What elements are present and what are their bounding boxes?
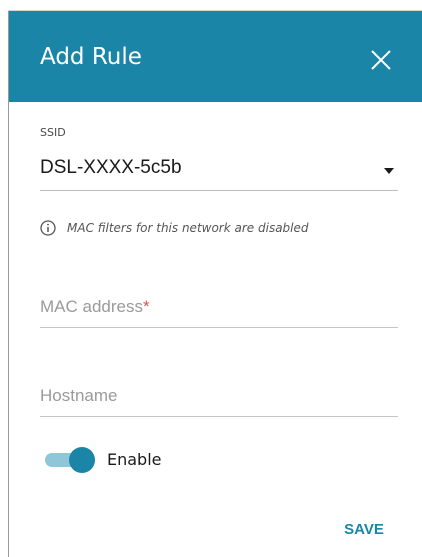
info-text: MAC filters for this network are disable…: [67, 221, 309, 235]
ssid-label: SSID: [40, 126, 66, 139]
page: Add Rule SSID DSL-XXXX-5c5b MAC filters …: [0, 0, 422, 557]
toggle-knob: [69, 447, 95, 473]
required-mark: *: [142, 297, 150, 316]
mac-address-field[interactable]: MAC address*: [40, 287, 398, 328]
hostname-field[interactable]: Hostname: [40, 376, 398, 417]
mac-address-placeholder-text: MAC address: [40, 297, 143, 316]
ssid-select[interactable]: DSL-XXXX-5c5b: [40, 153, 398, 191]
save-button[interactable]: SAVE: [329, 517, 399, 543]
info-icon: [40, 220, 56, 236]
chevron-down-icon: [384, 168, 394, 174]
hostname-placeholder: Hostname: [40, 386, 118, 405]
enable-label: Enable: [107, 450, 162, 469]
dialog-header: Add Rule: [9, 11, 422, 102]
ssid-value: DSL-XXXX-5c5b: [40, 157, 182, 178]
add-rule-dialog: Add Rule SSID DSL-XXXX-5c5b MAC filters …: [9, 11, 422, 557]
enable-toggle[interactable]: Enable: [45, 447, 245, 473]
dialog-title: Add Rule: [40, 44, 142, 70]
mac-address-placeholder: MAC address*: [40, 297, 150, 317]
close-icon: [371, 50, 391, 70]
close-button[interactable]: [369, 48, 393, 72]
